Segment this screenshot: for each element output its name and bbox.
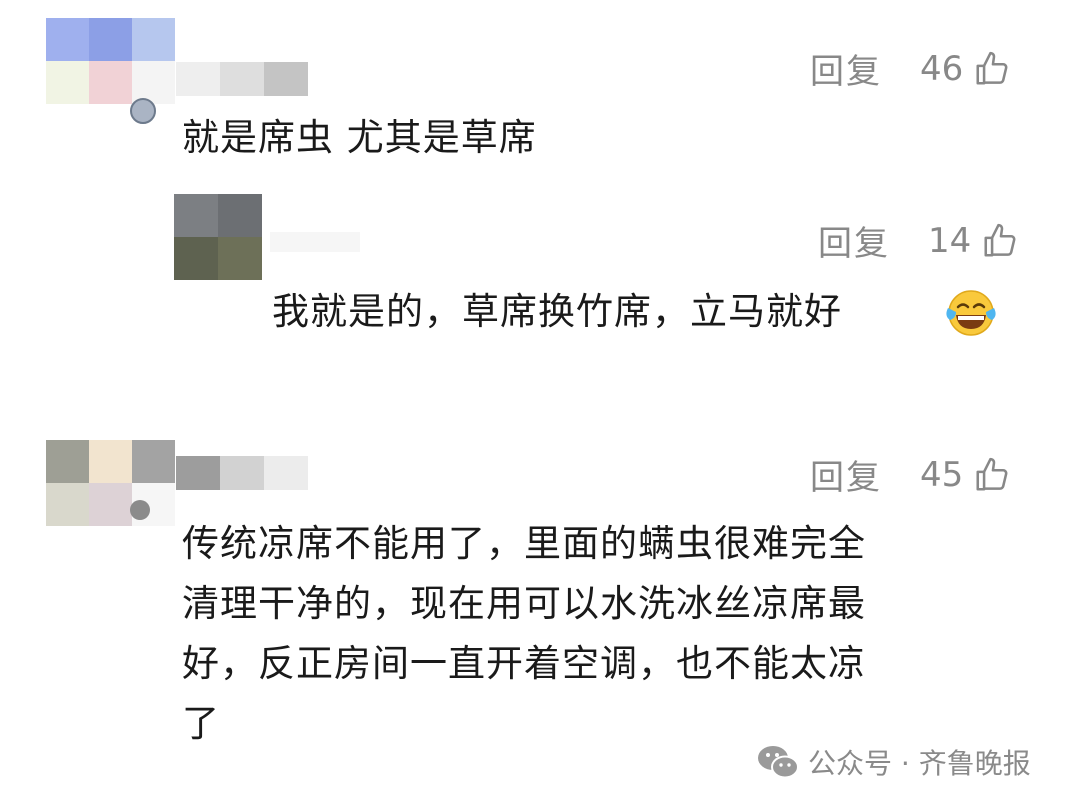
comment-thread: 回复 46 就是席虫 尤其是草席 回复 14 我就是的，草席换竹席，立马就好 回… — [0, 0, 1080, 805]
verified-badge-icon — [130, 98, 156, 124]
avatar[interactable] — [46, 440, 175, 526]
avatar[interactable] — [46, 18, 175, 104]
reply-button[interactable]: 回复 — [810, 450, 882, 499]
tears-of-joy-emoji-icon — [946, 290, 996, 336]
username[interactable] — [270, 232, 360, 252]
watermark: 公众号 · 齐鲁晚报 — [756, 742, 1031, 782]
reply-button[interactable]: 回复 — [810, 44, 882, 93]
comment-text-line: 清理干净的，现在用可以水洗冰丝凉席最 — [182, 582, 866, 625]
like-count: 14 — [928, 220, 972, 261]
watermark-text: 公众号 · 齐鲁晚报 — [808, 747, 1031, 780]
thumbs-up-icon[interactable] — [981, 222, 1019, 260]
comment-text: 我就是的，草席换竹席，立马就好 — [272, 290, 842, 333]
thumbs-up-icon[interactable] — [973, 50, 1011, 88]
comment-text: 传统凉席不能用了，里面的螨虫很难完全 清理干净的，现在用可以水洗冰丝凉席最 好，… — [182, 514, 866, 754]
thumbs-up-icon[interactable] — [973, 456, 1011, 494]
reply-button[interactable]: 回复 — [818, 216, 890, 265]
verified-badge-icon — [130, 500, 150, 520]
wechat-icon — [758, 746, 799, 779]
comment-actions: 回复 14 — [818, 216, 1019, 265]
avatar[interactable] — [174, 194, 262, 280]
comment-actions: 回复 46 — [810, 44, 1011, 93]
username[interactable] — [176, 456, 308, 490]
comment-text: 就是席虫 尤其是草席 — [182, 116, 537, 159]
like-count: 46 — [920, 48, 964, 89]
comment-text-line: 传统凉席不能用了，里面的螨虫很难完全 — [182, 522, 866, 565]
username[interactable] — [176, 62, 308, 96]
comment-actions: 回复 45 — [810, 450, 1011, 499]
like-count: 45 — [920, 454, 964, 495]
comment-text-line: 好，反正房间一直开着空调，也不能太凉 — [182, 642, 866, 685]
